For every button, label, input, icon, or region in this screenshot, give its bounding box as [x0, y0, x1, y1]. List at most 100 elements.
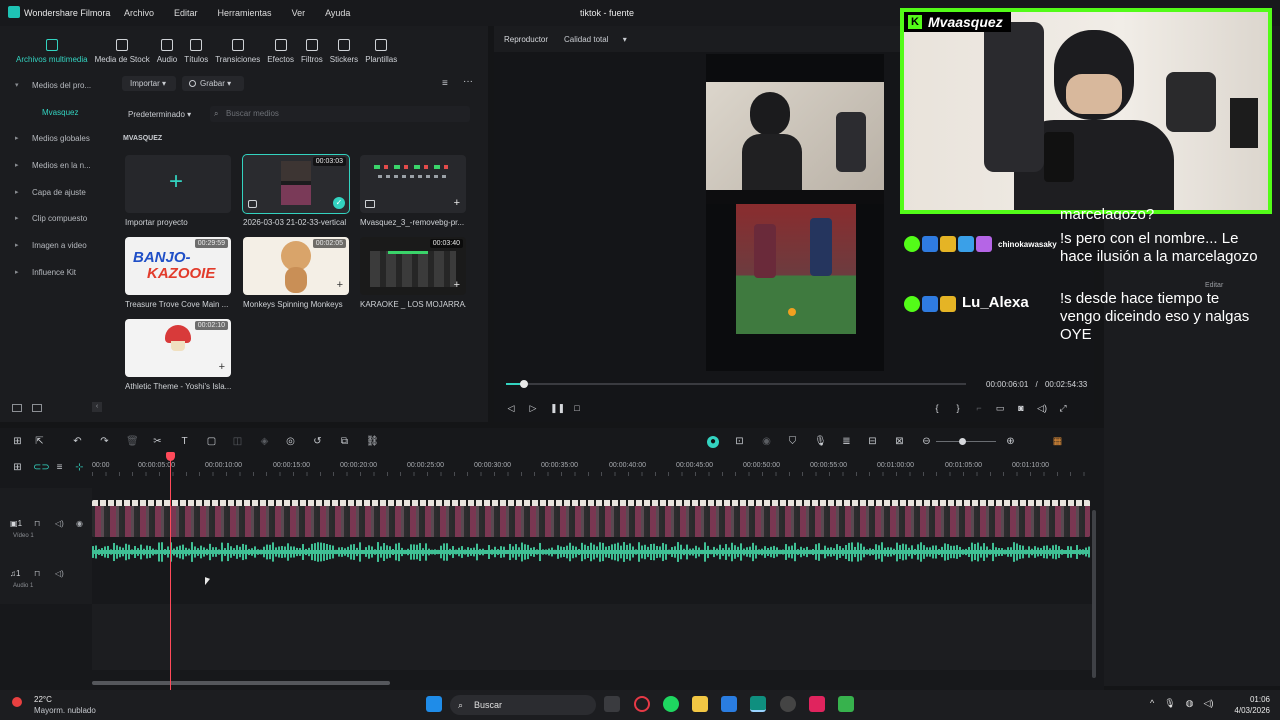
menu-herramientas[interactable]: Herramientas: [218, 8, 272, 18]
speaker-icon[interactable]: ◁): [1204, 698, 1214, 709]
layout-grid-icon[interactable]: ⊞: [12, 436, 23, 447]
add-to-timeline-icon[interactable]: +: [219, 361, 225, 373]
display-icon[interactable]: ▭: [995, 403, 1005, 413]
network-icon[interactable]: ◍: [1186, 698, 1194, 709]
new-folder-icon[interactable]: [12, 404, 22, 412]
file-explorer-icon[interactable]: [692, 696, 708, 712]
tab-efectos[interactable]: Efectos: [267, 26, 294, 68]
play-icon[interactable]: ▷: [528, 403, 538, 413]
track-height-icon[interactable]: ≡: [54, 462, 65, 473]
zoom-slider[interactable]: [936, 441, 996, 442]
menu-archivo[interactable]: Archivo: [124, 8, 154, 18]
mute-icon[interactable]: ◁): [55, 519, 64, 528]
tab-plantillas[interactable]: Plantillas: [365, 26, 397, 68]
cut-icon[interactable]: ✂: [152, 436, 163, 447]
add-to-timeline-icon[interactable]: +: [337, 279, 343, 291]
text-icon[interactable]: T: [179, 436, 190, 447]
color-icon[interactable]: ◈: [259, 436, 270, 447]
zoom-out-icon[interactable]: ⊖: [921, 436, 932, 447]
select-tool-icon[interactable]: ⇱: [34, 436, 45, 447]
whatsapp-icon[interactable]: [838, 696, 854, 712]
sidebar-item-medios-globales[interactable]: ▸ Medios globales: [0, 131, 112, 147]
import-dropdown[interactable]: Importar ▾: [122, 76, 176, 91]
video-clip[interactable]: [92, 500, 1090, 537]
stop-icon[interactable]: □: [572, 403, 582, 413]
clock[interactable]: 01:06 4/03/2026: [1226, 694, 1270, 716]
add-track-icon[interactable]: ⊞: [12, 462, 23, 473]
link-clips-icon[interactable]: ⊂⊃: [33, 462, 50, 473]
media-item[interactable]: + Mvasquez_3_-removebg-pr...: [360, 155, 466, 227]
sort-dropdown[interactable]: Predeterminado ▾: [128, 110, 191, 119]
media-item[interactable]: 00:03:40 + KARAOKE _ LOS MOJARRA...: [360, 237, 466, 309]
media-item[interactable]: 00:02:05 + Monkeys Spinning Monkeys: [243, 237, 349, 309]
progress-knob[interactable]: [520, 380, 529, 388]
shield-icon[interactable]: ⛉: [787, 436, 798, 447]
media-item[interactable]: 00:03:03 ✓ 2026-03-03 21-02-33-vertical: [242, 154, 350, 227]
tab-stickers[interactable]: Stickers: [330, 26, 358, 68]
speed-icon[interactable]: ◎: [285, 436, 296, 447]
zoom-in-icon[interactable]: ⊕: [1005, 436, 1016, 447]
opera-icon[interactable]: [634, 696, 650, 712]
undo-icon[interactable]: ↶: [72, 436, 83, 447]
playback-progress-slider[interactable]: [506, 380, 966, 388]
snap-toggle-icon[interactable]: ●: [707, 436, 719, 448]
tab-transiciones[interactable]: Transiciones: [215, 26, 260, 68]
mark-in-icon[interactable]: {: [932, 403, 942, 413]
playhead-handle[interactable]: [166, 452, 175, 461]
sidebar-item-imagen-a-video[interactable]: ▸ Imagen a video: [0, 238, 112, 254]
lock-icon[interactable]: ⊓: [34, 519, 40, 528]
add-to-timeline-icon[interactable]: +: [454, 279, 460, 291]
sidebar-item-medios-en-la-nube[interactable]: ▸ Medios en la n...: [0, 158, 112, 174]
snapshot-icon[interactable]: ◙: [1016, 403, 1026, 413]
timeline-vertical-scrollbar[interactable]: [1092, 510, 1096, 678]
split-marker-icon[interactable]: ⌐: [974, 403, 984, 413]
media-item[interactable]: 00:02:10 + Athletic Theme - Yoshi's Isla…: [125, 319, 231, 391]
zoom-slider-knob[interactable]: [959, 438, 966, 445]
track-layout-icon[interactable]: ▦: [1052, 436, 1063, 447]
sidebar-item-influence-kit[interactable]: ▸ Influence Kit: [0, 265, 112, 281]
fullscreen-icon[interactable]: ⤢: [1058, 403, 1068, 413]
timeline-ruler[interactable]: 00:00 00:00:05:00 00:00:10:00 00:00:15:0…: [92, 462, 1092, 476]
menu-editar[interactable]: Editar: [174, 8, 198, 18]
sidebar-item-medios-del-proyecto[interactable]: ▾ Medios del pro...: [0, 78, 112, 94]
tab-audio[interactable]: Audio: [157, 26, 177, 68]
quality-dropdown[interactable]: Calidad total ▾: [564, 35, 627, 44]
sidebar-item-capa-de-ajuste[interactable]: ▸ Capa de ajuste: [0, 185, 112, 201]
add-to-timeline-icon[interactable]: +: [454, 197, 460, 209]
crop-icon[interactable]: ▢: [206, 436, 217, 447]
microphone-icon[interactable]: 🎙: [814, 436, 827, 447]
link-icon[interactable]: ⛓: [366, 436, 379, 447]
reverse-icon[interactable]: ↺: [312, 436, 323, 447]
taskbar-search[interactable]: ⌕ Buscar: [450, 695, 596, 715]
replace-icon[interactable]: ⊟: [867, 436, 878, 447]
obs-icon[interactable]: [780, 696, 796, 712]
media-item[interactable]: BANJO- KAZOOIE 00:29:59 Treasure Trove C…: [125, 237, 231, 309]
capcut-icon[interactable]: [809, 696, 825, 712]
collapse-sidebar-icon[interactable]: ‹: [92, 402, 102, 412]
previous-frame-icon[interactable]: ◁: [506, 403, 516, 413]
folder-icon[interactable]: [32, 404, 42, 412]
sidebar-item-mvasquez[interactable]: Mvasquez: [0, 105, 112, 121]
video-preview-frame[interactable]: [706, 54, 884, 371]
playhead[interactable]: [166, 452, 175, 690]
spotify-icon[interactable]: [663, 696, 679, 712]
render-icon[interactable]: ⊡: [734, 436, 745, 447]
import-project-card[interactable]: + Importar proyecto: [125, 155, 231, 227]
filter-icon[interactable]: ≡: [442, 78, 448, 89]
more-options-icon[interactable]: ···: [463, 76, 473, 87]
menu-ver[interactable]: Ver: [292, 8, 306, 18]
pause-icon[interactable]: ❚❚: [550, 403, 565, 413]
magnet-icon[interactable]: ⊹: [74, 462, 85, 473]
search-input[interactable]: ⌕ Buscar medios: [210, 106, 470, 122]
detach-icon[interactable]: ◫: [232, 436, 243, 447]
tab-media-de-stock[interactable]: Media de Stock: [95, 26, 150, 68]
tab-titulos[interactable]: Títulos: [184, 26, 208, 68]
mute-icon[interactable]: ◁): [55, 569, 64, 578]
redo-icon[interactable]: ↷: [99, 436, 110, 447]
menu-ayuda[interactable]: Ayuda: [325, 8, 350, 18]
tab-filtros[interactable]: Filtros: [301, 26, 323, 68]
delete-icon[interactable]: 🗑: [126, 436, 139, 447]
timeline-horizontal-scrollbar[interactable]: [92, 681, 390, 685]
sidebar-item-clip-compuesto[interactable]: ▸ Clip compuesto: [0, 211, 112, 227]
marker-icon[interactable]: ⊠: [894, 436, 905, 447]
